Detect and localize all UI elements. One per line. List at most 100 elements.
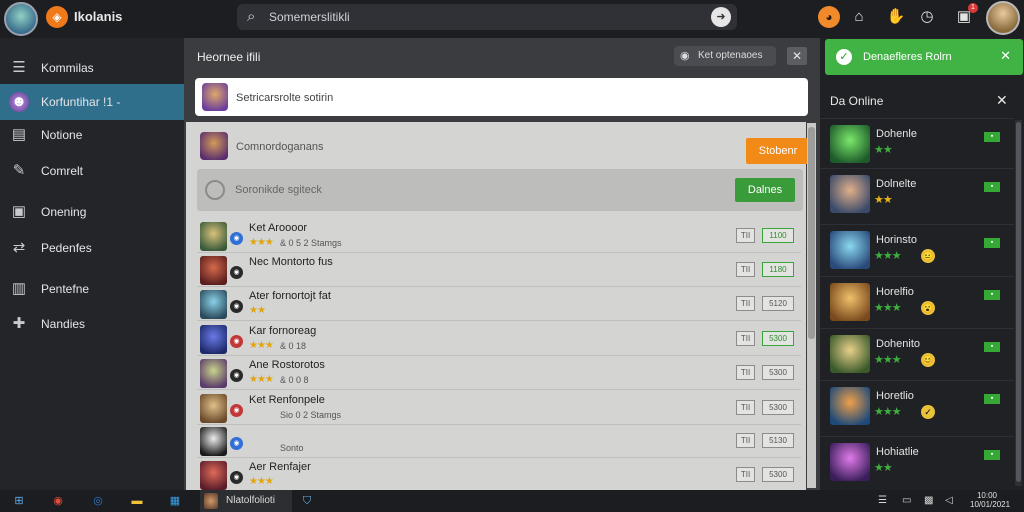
online-user[interactable]: Horinsto ★★★ 😐 ▪ (820, 224, 1014, 276)
tag-badge[interactable]: TII (736, 262, 755, 277)
clock-icon[interactable]: ◷ (916, 6, 938, 28)
online-user[interactable]: Dohenito ★★★ 😊 ▪ (820, 328, 1014, 380)
value-badge[interactable]: 5120 (762, 296, 794, 311)
value-badge[interactable]: 1180 (762, 262, 794, 277)
online-close-icon[interactable]: ✕ (996, 92, 1008, 109)
folder-icon[interactable]: ▬ (129, 493, 145, 509)
toast-message: Denaefleres Rolrn (863, 51, 952, 63)
sidebar-item-label: Comrelt (41, 164, 84, 178)
online-user[interactable]: Dohenle ★★ ▪ (820, 118, 1014, 170)
taskbar-app[interactable]: Nlatolfolioti (200, 490, 292, 512)
tag-badge[interactable]: TII (736, 296, 755, 311)
main-scrollbar[interactable] (807, 123, 816, 488)
post-composer[interactable]: Setricarsrolte sotirin (195, 78, 808, 116)
profile-avatar[interactable] (4, 2, 38, 36)
sidebar-item-korfuntihar[interactable]: ☻ Korfuntihar !1 - (0, 84, 192, 120)
edit-icon: ✎ (12, 162, 26, 179)
list-item[interactable]: ◉ Sonto TII 5130 (197, 425, 801, 458)
dark-status-icon: ◉ (230, 369, 243, 382)
online-status-icon[interactable]: ▪ (984, 132, 1000, 142)
store-icon[interactable]: ▦ (167, 493, 183, 509)
stobenr-button[interactable]: Stobenr (746, 138, 810, 164)
sidebar-item-pedenfes[interactable]: ⇄ Pedenfes (0, 230, 184, 266)
green-stars: ★★★ (874, 354, 902, 366)
list-item[interactable]: ◉ Kar fornoreag ★★★ & 0 18 TII 5300 (197, 323, 801, 356)
online-status-icon[interactable]: ▪ (984, 182, 1000, 192)
online-status-icon[interactable]: ▪ (984, 342, 1000, 352)
fox-face-icon[interactable]: ◕ (818, 6, 840, 28)
list-item[interactable]: ◉ Ater fornortojt fat ★★ TII 5120 (197, 288, 801, 321)
online-user[interactable]: Hohiatlie ★★ ▪ (820, 436, 1014, 488)
value-badge[interactable]: 1100 (762, 228, 794, 243)
app-avatar-icon (204, 493, 218, 509)
search-input[interactable]: Somemerslitikli (269, 10, 350, 24)
main-panel: Heornee ifili ◉ Ket optenaoes ✕ Setricar… (184, 38, 820, 492)
options-chip[interactable]: ◉ Ket optenaoes (674, 46, 776, 66)
sidebar-item-comrelt[interactable]: ✎ Comrelt (0, 153, 184, 189)
sidebar-item-kommilas[interactable]: ☰ Kommilas (0, 50, 184, 86)
online-scroll-thumb[interactable] (1016, 122, 1021, 482)
value-badge[interactable]: 5300 (762, 331, 794, 346)
online-status-icon[interactable]: ▪ (984, 238, 1000, 248)
online-avatar (830, 125, 870, 163)
tag-badge[interactable]: TII (736, 331, 755, 346)
windows-start-icon[interactable]: ⊞ (11, 493, 27, 509)
edge-icon[interactable]: ◎ (90, 493, 106, 509)
red-status-icon: ◉ (230, 335, 243, 348)
search-bar[interactable]: ⌕ Somemerslitikli ➜ (237, 4, 737, 30)
tag-badge[interactable]: TII (736, 433, 755, 448)
tag-badge[interactable]: TII (736, 365, 755, 380)
online-user[interactable]: Horelfio ★★★ 😮 ▪ (820, 276, 1014, 328)
online-status-icon[interactable]: ▪ (984, 450, 1000, 460)
tag-badge[interactable]: TII (736, 400, 755, 415)
mood-icon: ✓ (921, 405, 935, 419)
tag-badge[interactable]: TII (736, 228, 755, 243)
filter-label: Soronikde sgiteck (235, 184, 322, 196)
circle-icon (205, 180, 225, 200)
sidebar-item-label: Nandies (41, 317, 86, 331)
sidebar-item-pentefne[interactable]: ▥ Pentefne (0, 271, 184, 307)
online-avatar (830, 335, 870, 373)
online-status-icon[interactable]: ▪ (984, 290, 1000, 300)
toast-close-icon[interactable]: ✕ (1000, 48, 1011, 64)
options-label: Ket optenaoes (698, 50, 763, 61)
network-tray-icon[interactable]: ▩ (924, 495, 933, 506)
list-item[interactable]: ◉ Ket Aroooor ★★★ & 0 5 2 Stamgs TII 1100 (197, 220, 801, 253)
list-item[interactable]: ◉ Nec Montorto fus TII 1180 (197, 254, 801, 287)
value-badge[interactable]: 5130 (762, 433, 794, 448)
sidebar-item-nandies[interactable]: ✚ Nandies (0, 306, 184, 342)
online-user[interactable]: Dolnelte ★★ ▪ (820, 168, 1014, 220)
rating-stars: ★★★ (249, 340, 274, 351)
tag-badge[interactable]: TII (736, 467, 755, 482)
puzzle-icon: ✚ (12, 315, 26, 332)
sidebar-item-onening[interactable]: ▣ Onening (0, 194, 184, 230)
value-badge[interactable]: 5300 (762, 467, 794, 482)
scroll-thumb[interactable] (808, 127, 815, 339)
dalnes-button[interactable]: Dalnes (735, 178, 795, 202)
online-status-icon[interactable]: ▪ (984, 394, 1000, 404)
composer-input[interactable]: Setricarsrolte sotirin (236, 92, 333, 104)
home-icon[interactable]: ⌂ (848, 6, 870, 28)
close-button[interactable]: ✕ (787, 47, 807, 65)
value-badge[interactable]: 5300 (762, 400, 794, 415)
browser-icon[interactable]: ◉ (50, 493, 66, 509)
hand-icon[interactable]: ✋ (885, 6, 907, 28)
online-scrollbar[interactable] (1015, 120, 1022, 486)
search-submit-button[interactable]: ➜ (711, 7, 731, 27)
app-window: ◈ Ikolanis ⌕ Somemerslitikli ➜ ◕ ⌂ ✋ ◷ ▣… (0, 0, 1024, 512)
online-name: Horelfio (876, 286, 914, 298)
notes-tray-icon[interactable]: ▭ (902, 495, 911, 506)
list-tray-icon[interactable]: ☰ (878, 495, 887, 506)
user-avatar[interactable] (986, 1, 1020, 35)
mood-icon: 😊 (921, 353, 935, 367)
sidebar-item-notione[interactable]: ▤ Notione (0, 117, 184, 153)
online-rating: ★★ (874, 461, 893, 474)
volume-tray-icon[interactable]: ◁ (945, 495, 953, 506)
value-badge[interactable]: 5300 (762, 365, 794, 380)
clock[interactable]: 10:00 10/01/2021 (970, 491, 1010, 509)
list-item[interactable]: ◉ Ket Renfonpele Sio 0 2 Stamgs TII 5300 (197, 392, 801, 425)
list-item[interactable]: ◉ Ane Rostorotos ★★★ & 0 0 8 TII 5300 (197, 357, 801, 390)
list-item[interactable]: ◉ Aer Renfajer ★★★ TII 5300 (197, 459, 801, 492)
shield-icon[interactable]: ⛉ (299, 493, 315, 509)
online-user[interactable]: Horetlio ★★★ ✓ ▪ (820, 380, 1014, 432)
